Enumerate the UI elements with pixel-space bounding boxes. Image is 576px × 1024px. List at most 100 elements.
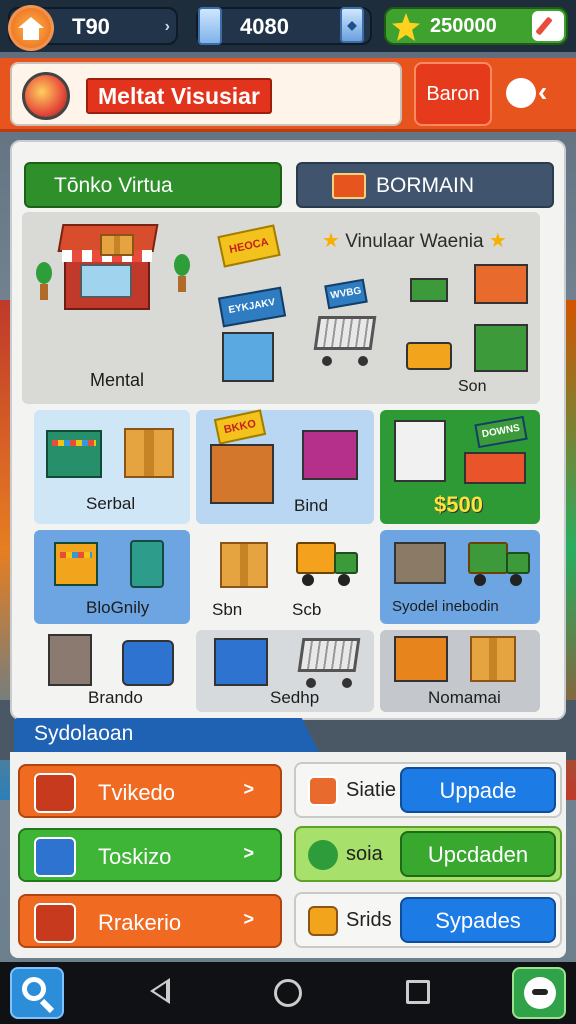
action-label: Rrakerio (98, 910, 182, 935)
box-icon (220, 542, 268, 588)
upgrade-card: Siatie Uppade (294, 762, 562, 818)
upgrade-button[interactable]: Sypades (400, 897, 556, 943)
truck-icon (296, 542, 360, 586)
level-value: T90 (72, 14, 110, 39)
plant-icon (172, 254, 192, 298)
upgrade-card: soia Upcdaden (294, 826, 562, 882)
chevron-right-icon: › (164, 18, 170, 35)
gems-counter[interactable]: 4080 ◆ (196, 7, 372, 45)
stand-icon (54, 542, 98, 586)
chevron-right-icon: > (243, 843, 254, 863)
item-tile[interactable]: Sedhp (196, 630, 374, 712)
home-icon[interactable] (8, 5, 54, 51)
chevron-right-icon: > (243, 779, 254, 799)
sign-icon: BKKO (213, 409, 267, 445)
tab-store[interactable]: Tōnko Virtua (24, 162, 282, 208)
stall-icon (210, 444, 274, 504)
shopping-cart-icon (296, 630, 366, 690)
action-button-toskizo[interactable]: Toskizo > (18, 828, 282, 882)
upgrade-card: Srids Sypades (294, 892, 562, 948)
level-counter[interactable]: T90 › (8, 5, 178, 51)
upgrade-label: Srids (346, 909, 392, 931)
item-tile-featured[interactable]: DOWNS $500 (380, 410, 540, 524)
item-label: BloGnily (86, 598, 150, 617)
chat-app-icon[interactable] (512, 967, 566, 1019)
item-tile[interactable]: BKKO Bind (196, 409, 374, 524)
header-title-panel: Meltat Visusiar (10, 62, 402, 126)
sign-icon: WVBG (324, 278, 368, 310)
vending-icon (48, 634, 92, 686)
chevron-left-icon: ‹ (538, 76, 548, 107)
star-icon: ★ (322, 230, 340, 252)
item-label: Scb (292, 600, 322, 619)
showcase-title: ★ Vinulaar Waenia ★ (322, 228, 507, 253)
leaf-icon (308, 840, 338, 870)
item-tile[interactable]: Brando (34, 630, 190, 712)
featured-showcase[interactable]: HEOCA EYKJAKV WVBG ★ Vinulaar Waenia ★ M… (22, 212, 540, 404)
search-app-icon[interactable] (10, 967, 64, 1019)
upgrade-button[interactable]: Upcdaden (400, 831, 556, 877)
avatar[interactable] (22, 72, 70, 120)
box-icon (470, 636, 516, 682)
action-button-tvikedo[interactable]: Tvikedo > (18, 764, 282, 818)
item-tile[interactable]: BloGnily (34, 530, 190, 624)
register-icon (394, 542, 446, 584)
item-label: Syodel inebodin (392, 598, 499, 615)
toggle-switch[interactable]: ‹ (506, 76, 566, 108)
bin-icon (302, 430, 358, 480)
sign-icon: DOWNS (474, 415, 528, 449)
tray-icon (464, 452, 526, 484)
flyer-icon (394, 420, 446, 482)
item-tile[interactable]: Serbal (34, 410, 190, 524)
header-button[interactable]: Baron (414, 62, 492, 126)
gems-value: 4080 (240, 14, 289, 39)
green-box-icon (474, 324, 528, 372)
toggle-knob (506, 78, 536, 108)
edit-icon[interactable] (532, 11, 564, 41)
shop-icon (332, 173, 366, 199)
box-icon (100, 234, 134, 256)
atm-icon (130, 540, 164, 588)
gold-bar-icon (406, 342, 452, 370)
showcase-label-left: Mental (90, 370, 145, 390)
sign-icon: EYKJAKV (217, 286, 287, 328)
upgrade-button[interactable]: Uppade (400, 767, 556, 813)
system-navbar (0, 962, 576, 1024)
crate-icon (474, 264, 528, 304)
back-icon[interactable] (150, 978, 170, 1004)
page-title: Meltat Visusiar (86, 78, 272, 114)
showcase-label-right: Son (458, 378, 487, 395)
home-icon[interactable] (274, 979, 302, 1007)
tab-bormain-label: BORMAIN (376, 174, 475, 197)
register-icon (308, 776, 338, 806)
action-button-rrakerio[interactable]: Rrakerio > (18, 894, 282, 948)
upgrade-label: soia (346, 843, 383, 865)
cash-counter[interactable]: 250000 (384, 7, 568, 45)
section-header: Sydolaoan (14, 718, 320, 754)
recent-apps-icon[interactable] (406, 980, 430, 1004)
item-tile[interactable]: Nomamai (380, 630, 540, 712)
item-label: Sbn (212, 600, 243, 619)
cash-icon (410, 278, 448, 302)
star-coin-icon (392, 13, 420, 41)
item-tile[interactable]: Syodel inebodin (380, 530, 540, 624)
item-label: Bind (294, 496, 329, 515)
item-label: Sedhp (270, 688, 320, 707)
showcase-title-text: Vinulaar Waenia (345, 231, 484, 252)
item-price: $500 (434, 492, 483, 517)
item-label: Serbal (86, 494, 136, 513)
shelf-cart-icon (46, 430, 102, 478)
upgrade-label: Siatie (346, 779, 397, 801)
store-header: Meltat Visusiar Baron ‹ (0, 58, 576, 132)
truck-icon (468, 542, 532, 586)
item-tile[interactable]: Sbn Scb (196, 530, 374, 624)
action-label: Toskizo (98, 844, 172, 869)
tab-bormain[interactable]: BORMAIN (296, 162, 554, 208)
add-gems-icon[interactable]: ◆ (340, 7, 364, 43)
box-icon (308, 906, 338, 936)
orange-box-icon (394, 636, 448, 682)
item-label: Brando (88, 688, 143, 707)
blue-crate-icon (122, 640, 174, 686)
shopping-cart-icon (312, 308, 382, 368)
chevron-right-icon: > (243, 909, 254, 929)
